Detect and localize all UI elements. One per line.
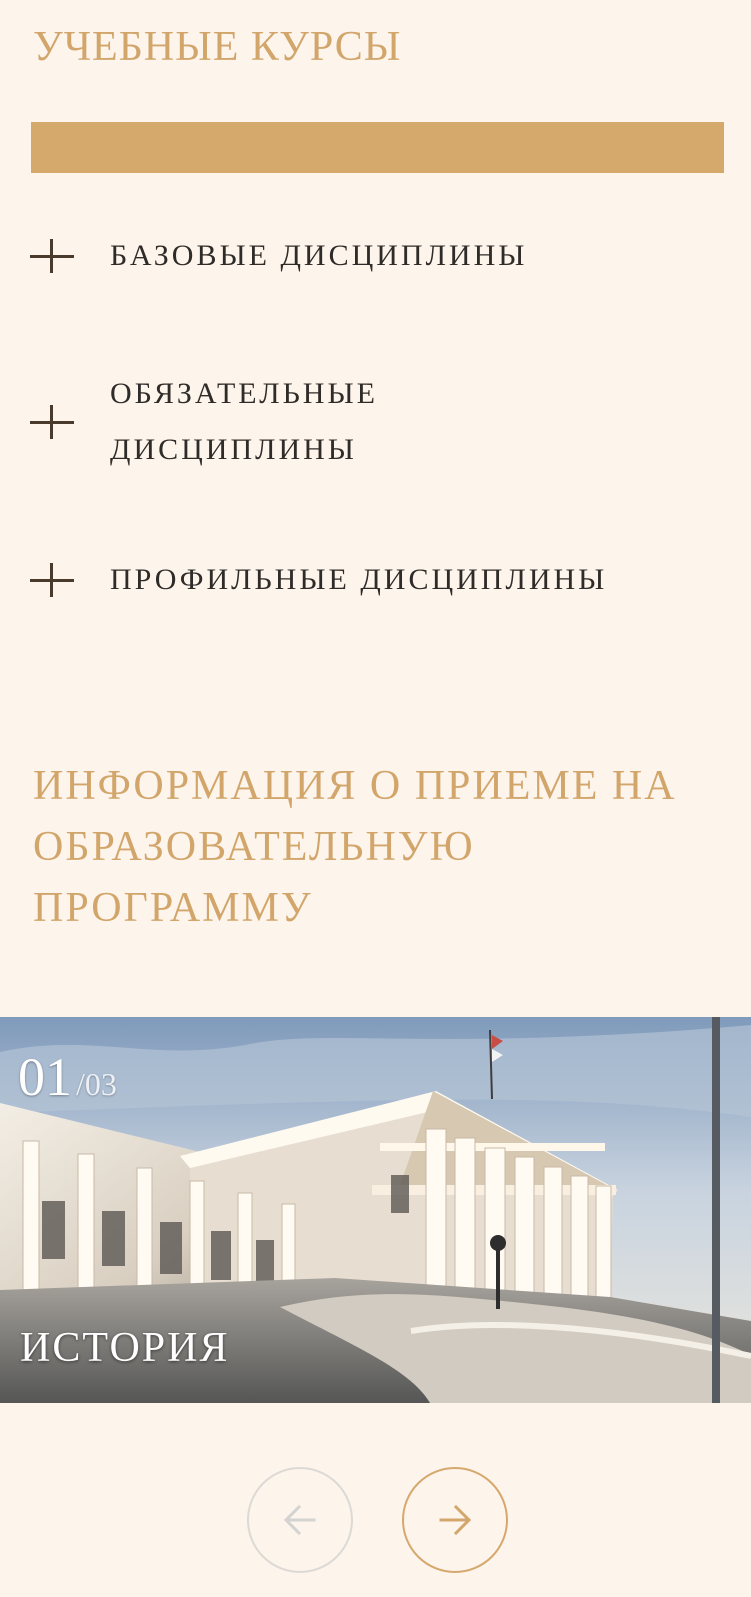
slide-current-number: 01 [18, 1047, 72, 1107]
plus-icon [30, 239, 74, 273]
accordion-item-basic-disciplines[interactable]: Базовые дисциплины [30, 228, 730, 284]
next-slide-button[interactable] [402, 1467, 508, 1573]
accordion-item-required-disciplines[interactable]: Обязательные дисциплины [30, 366, 730, 478]
arrow-right-icon [439, 1504, 472, 1536]
admission-section-title: Информация о приеме на образовательную п… [33, 763, 677, 931]
accordion-label-basic-disciplines: Базовые дисциплины [110, 239, 528, 272]
accordion-item-profile-disciplines[interactable]: Профильные дисциплины [30, 552, 730, 608]
plus-icon [30, 563, 74, 597]
decorative-gold-bar [31, 122, 724, 173]
accordion-label-profile-disciplines: Профильные дисциплины [110, 563, 608, 596]
slide-caption: История [20, 1325, 230, 1371]
arrow-left-icon [283, 1504, 316, 1536]
plus-icon [30, 405, 74, 439]
image-slider[interactable]: 01/03 История [0, 1017, 751, 1403]
page: Учебные курсы Базовые дисциплины Обязате… [0, 0, 751, 1597]
slide-counter: 01/03 [18, 1047, 117, 1107]
slide-total-number: /03 [76, 1066, 117, 1102]
accordion-label-required-disciplines: Обязательные дисциплины [110, 377, 378, 466]
courses-section-title: Учебные курсы [33, 24, 402, 70]
previous-slide-button[interactable] [247, 1467, 353, 1573]
